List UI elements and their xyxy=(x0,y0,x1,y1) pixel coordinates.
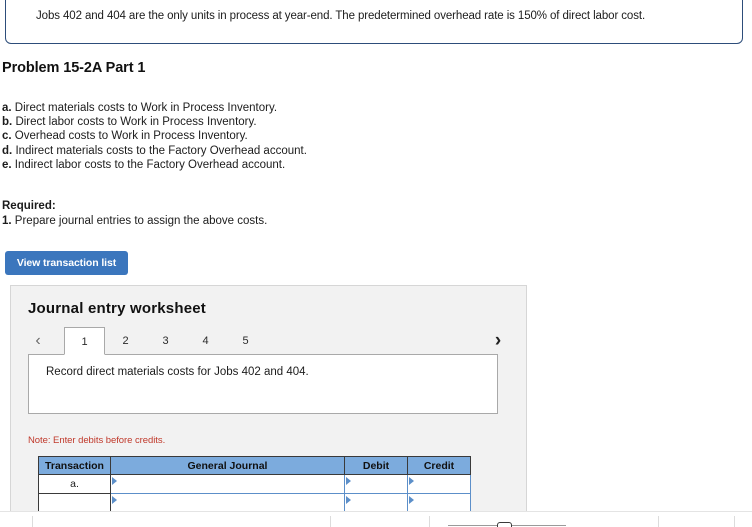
list-item: b. Direct labor costs to Work in Process… xyxy=(2,115,307,129)
page-root: Jobs 402 and 404 are the only units in p… xyxy=(0,0,752,527)
general-journal-input[interactable] xyxy=(110,493,345,513)
debit-input[interactable] xyxy=(344,474,408,494)
zoom-slider-handle[interactable] xyxy=(497,522,512,527)
bottom-toolbar xyxy=(0,511,752,527)
required-item-number: 1. xyxy=(2,215,12,227)
tab-2[interactable]: 2 xyxy=(105,327,146,355)
list-item-letter: a. xyxy=(2,102,12,114)
list-item-letter: d. xyxy=(2,144,13,157)
page-title: Problem 15-2A Part 1 xyxy=(2,60,146,76)
list-item: d. Indirect materials costs to the Facto… xyxy=(2,144,307,158)
toolbar-divider xyxy=(734,516,735,527)
credit-input[interactable] xyxy=(407,474,471,494)
list-item-letter: e. xyxy=(2,158,12,171)
list-item-label: Direct labor costs to Work in Process In… xyxy=(15,116,257,129)
entry-description-box: Record direct materials costs for Jobs 4… xyxy=(28,354,498,414)
list-item-letter: c. xyxy=(2,130,12,143)
required-heading: Required: xyxy=(2,200,56,212)
chevron-right-icon[interactable]: › xyxy=(489,331,507,351)
list-item: c. Overhead costs to Work in Process Inv… xyxy=(2,129,307,143)
general-journal-input[interactable] xyxy=(110,474,345,494)
tab-3[interactable]: 3 xyxy=(145,327,186,355)
column-header-transaction: Transaction xyxy=(38,456,111,475)
credit-input[interactable] xyxy=(407,493,471,513)
toolbar-divider xyxy=(429,516,430,527)
info-banner: Jobs 402 and 404 are the only units in p… xyxy=(5,0,743,44)
chevron-left-icon[interactable]: ‹ xyxy=(29,331,47,351)
list-item-label: Indirect labor costs to the Factory Over… xyxy=(14,158,286,171)
info-banner-text: Jobs 402 and 404 are the only units in p… xyxy=(36,10,646,22)
list-item: a. Direct materials costs to Work in Pro… xyxy=(2,101,307,115)
toolbar-divider xyxy=(330,516,331,527)
toolbar-divider xyxy=(658,516,659,527)
view-transaction-list-button[interactable]: View transaction list xyxy=(5,251,128,275)
column-header-credit: Credit xyxy=(407,456,471,475)
debits-before-credits-note: Note: Enter debits before credits. xyxy=(28,435,166,446)
list-item-label: Indirect materials costs to the Factory … xyxy=(15,144,307,157)
worksheet-title: Journal entry worksheet xyxy=(28,300,206,317)
tab-5[interactable]: 5 xyxy=(225,327,266,355)
column-header-debit: Debit xyxy=(344,456,408,475)
cost-list: a. Direct materials costs to Work in Pro… xyxy=(2,101,307,172)
journal-entry-worksheet-panel: Journal entry worksheet ‹ 1 2 3 4 5 › Re… xyxy=(10,285,527,513)
cell-transaction xyxy=(38,493,111,513)
table-row xyxy=(38,493,471,513)
list-item-label: Overhead costs to Work in Process Invent… xyxy=(14,130,248,143)
journal-entry-table: Transaction General Journal Debit Credit… xyxy=(38,456,471,513)
list-item: e. Indirect labor costs to the Factory O… xyxy=(2,158,307,172)
debit-input[interactable] xyxy=(344,493,408,513)
entry-description-text: Record direct materials costs for Jobs 4… xyxy=(46,366,309,378)
tab-4[interactable]: 4 xyxy=(185,327,226,355)
worksheet-tabs: ‹ 1 2 3 4 5 › xyxy=(11,327,526,355)
required-block: Required: 1. Prepare journal entries to … xyxy=(2,199,267,229)
required-item-label: Prepare journal entries to assign the ab… xyxy=(14,215,268,227)
list-item-letter: b. xyxy=(2,116,13,129)
cell-transaction: a. xyxy=(38,474,111,494)
table-row: a. xyxy=(38,474,471,494)
list-item-label: Direct materials costs to Work in Proces… xyxy=(14,102,278,114)
tab-1[interactable]: 1 xyxy=(64,327,105,355)
required-item: 1. Prepare journal entries to assign the… xyxy=(2,214,267,229)
table-header-row: Transaction General Journal Debit Credit xyxy=(38,456,471,475)
toolbar-divider xyxy=(32,516,33,527)
column-header-general-journal: General Journal xyxy=(110,456,345,475)
